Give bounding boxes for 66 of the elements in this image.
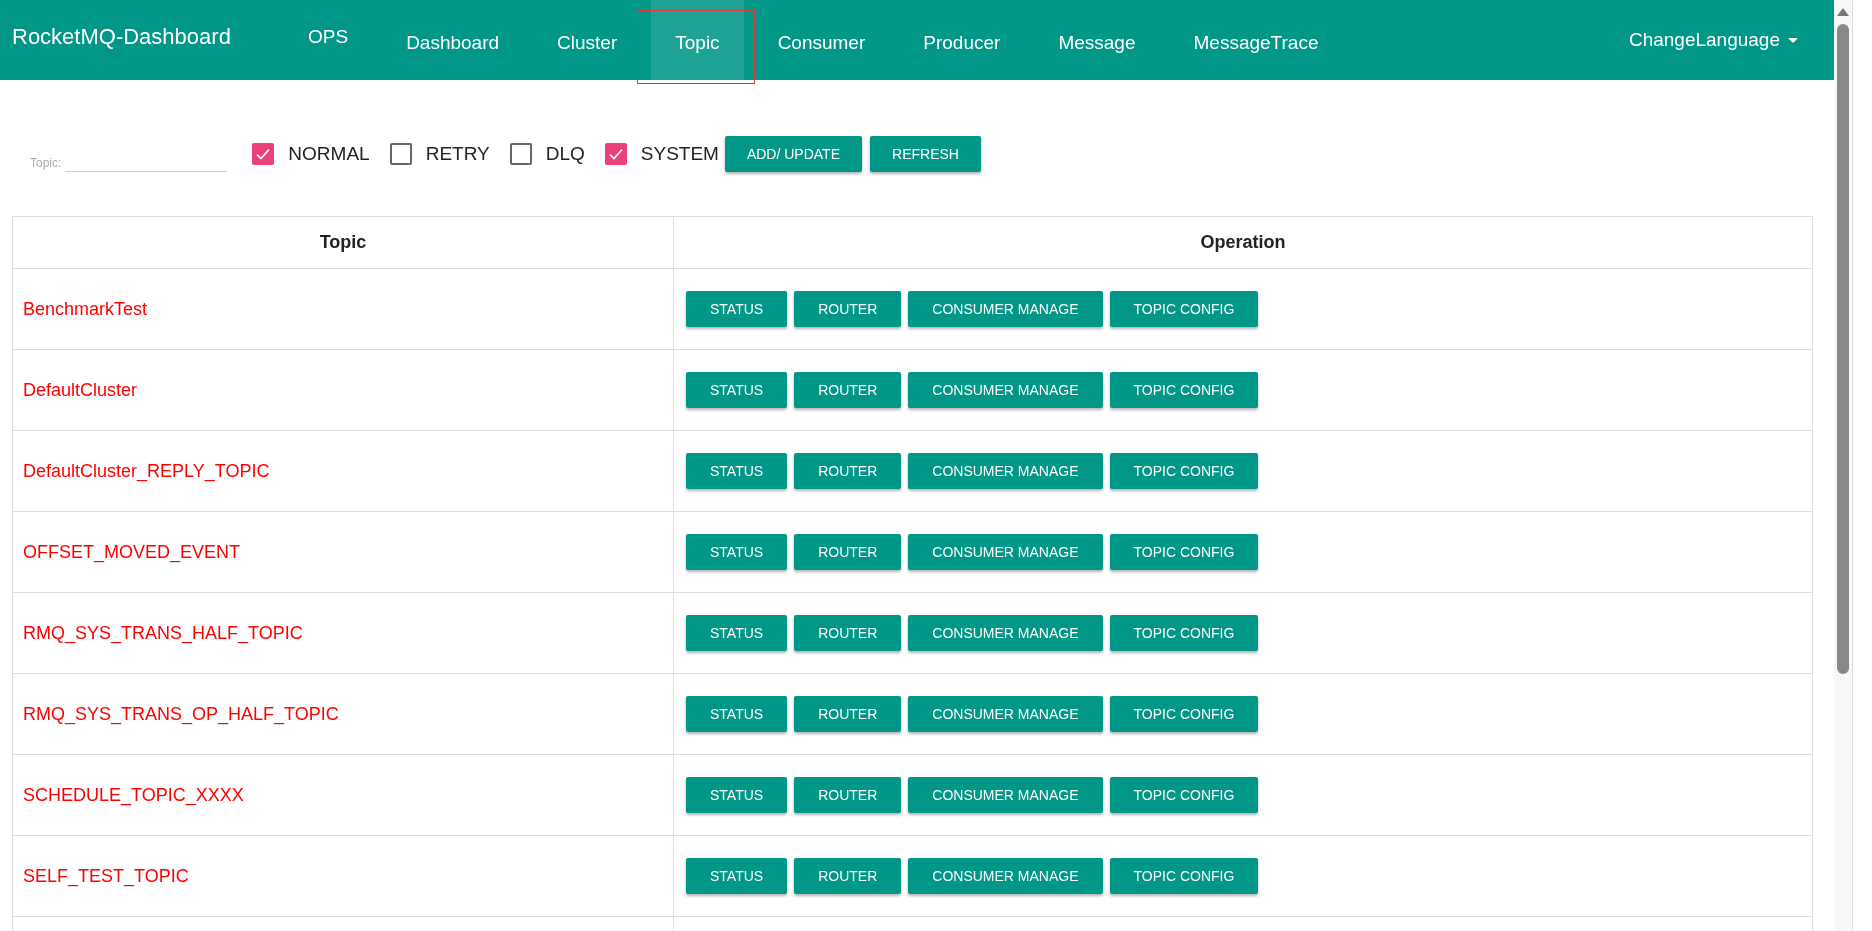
checkbox-label: SYSTEM: [640, 143, 719, 165]
topic-name[interactable]: RMQ_SYS_TRANS_HALF_TOPIC: [23, 622, 303, 643]
row-action-button[interactable]: TOPIC CONFIG: [1109, 534, 1259, 570]
nav-tab[interactable]: Producer: [899, 0, 1025, 80]
row-action-button[interactable]: ROUTER: [794, 858, 902, 894]
row-action-button[interactable]: STATUS: [686, 291, 788, 327]
row-action-button[interactable]: CONSUMER MANAGE: [908, 615, 1103, 651]
row-action-button[interactable]: STATUS: [686, 615, 788, 651]
scrollbar-thumb[interactable]: [1837, 24, 1849, 674]
row-action-button[interactable]: STATUS: [686, 777, 788, 813]
row-action-button[interactable]: TOPIC CONFIG: [1109, 858, 1259, 894]
nav-tab[interactable]: Dashboard: [382, 0, 524, 80]
nav-tab[interactable]: Consumer: [753, 0, 890, 80]
nav-tab[interactable]: OPS: [284, 0, 373, 80]
topic-name[interactable]: RMQ_SYS_TRANS_OP_HALF_TOPIC: [23, 703, 339, 724]
row-action-button[interactable]: TOPIC CONFIG: [1109, 777, 1259, 813]
row-action-button[interactable]: STATUS: [686, 372, 788, 408]
row-action-button[interactable]: STATUS: [686, 534, 788, 570]
row-action-button[interactable]: CONSUMER MANAGE: [908, 696, 1103, 732]
row-action-button[interactable]: ROUTER: [794, 372, 902, 408]
nav-tab[interactable]: Topic: [651, 0, 744, 80]
field-label: Topic:: [30, 156, 62, 172]
nav-tab[interactable]: MessageTrace: [1169, 0, 1343, 80]
checkbox-label: DLQ: [545, 143, 585, 165]
row-action-button[interactable]: ROUTER: [794, 453, 902, 489]
topic-name[interactable]: SELF_TEST_TOPIC: [23, 865, 189, 886]
row-action-button[interactable]: STATUS: [686, 858, 788, 894]
row-action-button[interactable]: TOPIC CONFIG: [1109, 372, 1259, 408]
row-action-button[interactable]: ROUTER: [794, 777, 902, 813]
nav-tab[interactable]: Cluster: [533, 0, 642, 80]
row-action-button[interactable]: ROUTER: [794, 534, 902, 570]
checkbox[interactable]: [252, 143, 275, 165]
row-action-button[interactable]: STATUS: [686, 453, 788, 489]
column-header: Topic: [12, 216, 674, 269]
action-button[interactable]: ADD/ UPDATE: [724, 136, 862, 172]
caret-icon: [1788, 37, 1798, 43]
row-action-button[interactable]: TOPIC CONFIG: [1109, 615, 1259, 651]
checkbox[interactable]: [509, 143, 532, 165]
action-button[interactable]: REFRESH: [870, 136, 981, 172]
topic-name[interactable]: BenchmarkTest: [23, 298, 148, 319]
row-action-button[interactable]: CONSUMER MANAGE: [908, 291, 1103, 327]
row-action-button[interactable]: CONSUMER MANAGE: [908, 453, 1103, 489]
scrollbar[interactable]: [1834, 0, 1852, 931]
checkbox-label: NORMAL: [288, 143, 370, 165]
topic-name[interactable]: OFFSET_MOVED_EVENT: [23, 541, 241, 562]
topic-name[interactable]: SCHEDULE_TOPIC_XXXX: [23, 784, 244, 805]
row-action-button[interactable]: ROUTER: [794, 291, 902, 327]
row-action-button[interactable]: CONSUMER MANAGE: [908, 777, 1103, 813]
row-action-button[interactable]: ROUTER: [794, 696, 902, 732]
topic-name[interactable]: DefaultCluster_REPLY_TOPIC: [23, 460, 270, 481]
row-action-button[interactable]: TOPIC CONFIG: [1109, 696, 1259, 732]
row-action-button[interactable]: CONSUMER MANAGE: [908, 858, 1103, 894]
checkbox[interactable]: [389, 143, 412, 165]
nav-tab[interactable]: Message: [1034, 0, 1160, 80]
row-action-button[interactable]: CONSUMER MANAGE: [908, 372, 1103, 408]
row-action-button[interactable]: STATUS: [686, 696, 788, 732]
brand-title[interactable]: RocketMQ-Dashboard: [0, 0, 274, 50]
column-header: Operation: [673, 216, 1813, 269]
row-action-button[interactable]: TOPIC CONFIG: [1109, 453, 1259, 489]
row-action-button[interactable]: CONSUMER MANAGE: [908, 534, 1103, 570]
row-action-button[interactable]: TOPIC CONFIG: [1109, 291, 1259, 327]
topic-name[interactable]: DefaultCluster: [23, 379, 138, 400]
checkbox-label: RETRY: [425, 143, 490, 165]
language-menu[interactable]: ChangeLanguage: [1628, 28, 1798, 52]
row-action-button[interactable]: ROUTER: [794, 615, 902, 651]
checkbox[interactable]: [604, 143, 627, 165]
